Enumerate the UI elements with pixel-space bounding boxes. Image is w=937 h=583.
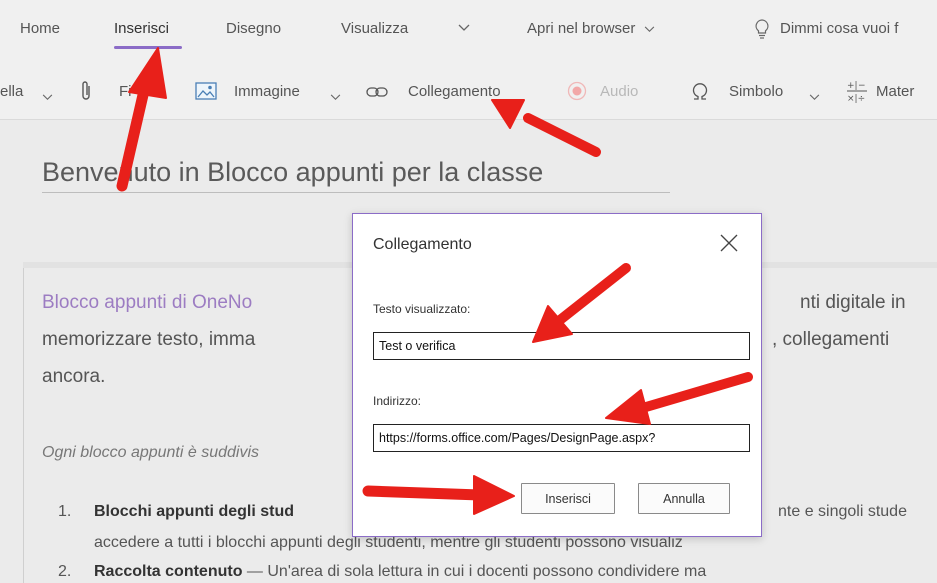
table-chevron-down-icon[interactable] <box>42 88 53 106</box>
tell-me-search[interactable]: Dimmi cosa vuoi f <box>780 20 898 37</box>
arrow-to-link <box>523 113 601 157</box>
tab-home[interactable]: Home <box>20 20 60 37</box>
insert-button[interactable]: Inserisci <box>521 483 615 514</box>
record-audio-icon <box>567 81 587 106</box>
math-button-label[interactable]: Mater <box>876 83 914 100</box>
image-chevron-down-icon[interactable] <box>330 88 341 106</box>
file-button-label[interactable]: Fi <box>119 83 132 100</box>
address-label: Indirizzo: <box>373 394 422 408</box>
audio-button-label: Audio <box>600 83 639 100</box>
more-tabs-chevron-down-icon[interactable] <box>458 23 470 35</box>
svg-text:−: − <box>858 81 866 91</box>
list-item-1-bold: Blocchi appunti degli stud <box>94 503 294 520</box>
list-item-1-title: Blocchi appunti degli stud <box>94 503 294 521</box>
cancel-button[interactable]: Annulla <box>638 483 730 514</box>
page-title[interactable]: Benvenuto in Blocco appunti per la class… <box>42 157 543 188</box>
list-item-2: Raccolta contenuto — Un'area di sola let… <box>94 563 706 581</box>
list-item-2-text: — Un'area di sola lettura in cui i docen… <box>242 563 707 580</box>
list-item-1-number: 1. <box>58 503 72 520</box>
close-icon[interactable] <box>717 231 741 255</box>
image-icon[interactable] <box>195 82 217 105</box>
tab-disegno[interactable]: Disegno <box>226 20 281 37</box>
dialog-title: Collegamento <box>373 236 472 253</box>
svg-text:×|÷: ×|÷ <box>847 94 865 104</box>
display-text-field[interactable] <box>373 332 750 360</box>
ribbon-tabs: Home Inserisci Disegno Visualizza Apri n… <box>0 0 937 58</box>
body-line-3: ancora. <box>42 366 106 387</box>
tab-inserisci[interactable]: Inserisci <box>114 20 169 37</box>
title-underline <box>42 192 670 193</box>
math-equation-icon[interactable]: +| − ×|÷ <box>846 78 868 109</box>
svg-text:+|: +| <box>847 81 858 91</box>
insert-link-dialog: Collegamento Testo visualizzato: Indiriz… <box>352 213 762 537</box>
list-item-1-right: nte e singoli stude <box>778 503 907 520</box>
chevron-down-icon <box>644 26 654 33</box>
open-in-browser-label: Apri nel browser <box>527 20 636 37</box>
symbol-chevron-down-icon[interactable] <box>809 88 820 106</box>
omega-symbol-icon[interactable] <box>690 81 710 106</box>
table-button-label[interactable]: ella <box>0 83 23 100</box>
image-button-label[interactable]: Immagine <box>234 83 300 100</box>
body-line-2-right: , collegamenti <box>772 329 890 350</box>
display-text-label: Testo visualizzato: <box>373 302 471 316</box>
list-item-2-number: 2. <box>58 563 72 580</box>
open-in-browser-button[interactable]: Apri nel browser <box>527 20 655 37</box>
address-field[interactable] <box>373 424 750 452</box>
link-icon[interactable] <box>366 85 388 104</box>
active-tab-indicator <box>114 46 182 49</box>
paperclip-icon[interactable] <box>80 80 92 107</box>
intro-heading: Blocco appunti di OneNo <box>42 292 253 313</box>
insert-toolbar: ella Fi Immagine Collegamento Audio Simb… <box>0 58 937 120</box>
list-item-2-bold: Raccolta contenuto <box>94 563 243 580</box>
body-line-2: memorizzare testo, imma <box>42 329 256 350</box>
lightbulb-icon <box>755 19 769 44</box>
italic-intro-line: Ogni blocco appunti è suddivis <box>42 444 260 461</box>
tab-visualizza[interactable]: Visualizza <box>341 20 408 37</box>
link-button-label[interactable]: Collegamento <box>408 83 501 100</box>
intro-text-right: nti digitale in <box>800 292 906 313</box>
symbol-button-label[interactable]: Simbolo <box>729 83 783 100</box>
